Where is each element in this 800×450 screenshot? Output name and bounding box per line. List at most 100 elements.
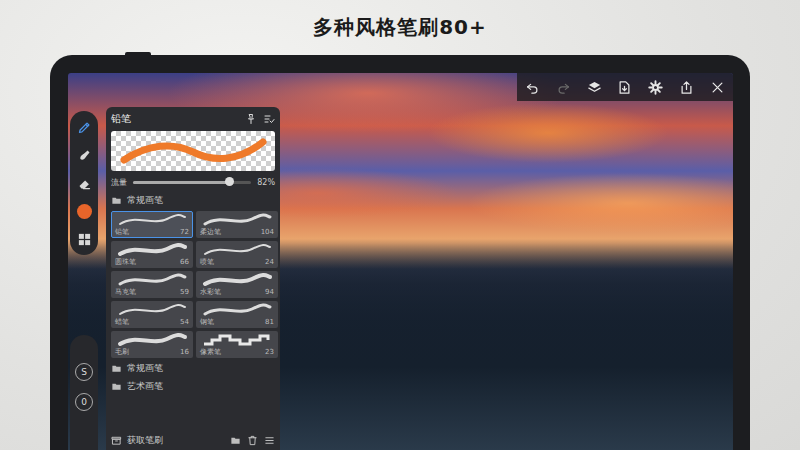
side-button-bar: S0 [70, 335, 98, 450]
brush-meta: 钢笔 81 [200, 318, 274, 327]
import-icon[interactable] [617, 80, 632, 95]
brush-meta: 圆珠笔 66 [115, 258, 189, 267]
brush-label: 柔边笔 [200, 228, 221, 237]
toolbar-button[interactable] [553, 77, 573, 97]
brush-label: 铅笔 [115, 228, 129, 237]
export-icon[interactable] [679, 80, 694, 95]
brush-meta: 铅笔72 [115, 228, 189, 237]
brush-meta: 像素笔23 [200, 348, 274, 357]
brush-cell[interactable]: 马克笔59 [111, 271, 193, 298]
color-swatch[interactable] [77, 204, 92, 219]
new-folder-icon[interactable] [230, 435, 241, 446]
brush-settings-icon[interactable] [263, 113, 275, 125]
flow-track[interactable] [133, 181, 251, 184]
brush-stroke [200, 302, 274, 318]
folder-icon [111, 195, 122, 206]
brush-count: 54 [180, 318, 189, 327]
brush-cell[interactable]: 像素笔23 [196, 331, 278, 358]
brush-cell[interactable]: 铅笔72 [111, 211, 193, 238]
panel-header: 铅笔 [111, 110, 275, 128]
tool-button[interactable] [74, 201, 94, 221]
brush-cell[interactable]: 毛刷 16 [111, 331, 193, 358]
pen-icon[interactable] [77, 120, 92, 135]
brush-label: 毛刷 [115, 348, 129, 357]
panel-title: 铅笔 [111, 112, 131, 126]
brush-cell[interactable]: 蜡笔 54 [111, 301, 193, 328]
brush-stroke [115, 212, 189, 228]
smudge-icon[interactable] [77, 148, 92, 163]
folder-label: 艺术画笔 [127, 380, 163, 393]
brush-stroke [200, 332, 274, 348]
menu-icon[interactable] [264, 435, 275, 446]
pin-icon[interactable] [245, 113, 257, 125]
side-button[interactable]: 0 [75, 393, 93, 411]
brush-meta: 柔边笔104 [200, 228, 274, 237]
tool-button[interactable] [74, 145, 94, 165]
page: 多种风格笔刷80+S0铅笔流量82%常规画笔铅笔72柔边笔104圆珠笔66喷笔2… [0, 0, 800, 450]
brush-stroke [115, 302, 189, 318]
toolbar-button[interactable] [646, 77, 666, 97]
brush-cell[interactable]: 柔边笔104 [196, 211, 278, 238]
layers-icon[interactable] [587, 80, 602, 95]
close-icon[interactable] [710, 80, 725, 95]
brush-label: 圆珠笔 [115, 258, 136, 267]
brush-cell[interactable]: 喷笔24 [196, 241, 278, 268]
brush-label: 钢笔 [200, 318, 214, 327]
toolbar-button[interactable] [707, 77, 727, 97]
brush-stroke [115, 272, 189, 288]
headline: 多种风格笔刷80+ [0, 0, 800, 55]
brush-cell[interactable]: 钢笔 81 [196, 301, 278, 328]
flow-thumb[interactable] [225, 177, 234, 186]
flow-label: 流量 [111, 177, 127, 188]
folder-label: 常规画笔 [127, 362, 163, 375]
toolbar-button[interactable] [584, 77, 604, 97]
panel-footer: 获取笔刷 [111, 432, 275, 450]
tablet-frame: S0铅笔流量82%常规画笔铅笔72柔边笔104圆珠笔66喷笔24马克笔59水彩笔… [50, 55, 750, 450]
brush-stroke [200, 242, 274, 258]
flow-slider: 流量 82% [111, 174, 275, 190]
folder-icon [111, 381, 122, 392]
brush-meta: 水彩笔94 [200, 288, 274, 297]
side-button[interactable]: S [75, 363, 93, 381]
brush-stroke [200, 272, 274, 288]
toolbar-button[interactable] [677, 77, 697, 97]
tool-button[interactable] [74, 173, 94, 193]
brush-count: 66 [180, 258, 189, 267]
brush-count: 94 [265, 288, 274, 297]
folder-row[interactable]: 艺术画笔 [111, 379, 275, 394]
tool-button[interactable] [74, 229, 94, 249]
folder-row[interactable]: 常规画笔 [111, 361, 275, 376]
folder-icon [111, 363, 122, 374]
store-icon[interactable] [111, 435, 122, 446]
undo-icon[interactable] [525, 80, 540, 95]
tool-button[interactable] [74, 117, 94, 137]
grid-icon[interactable] [77, 232, 92, 247]
side-button-label: S [81, 367, 87, 377]
flow-fill [133, 181, 230, 184]
brush-meta: 蜡笔 54 [115, 318, 189, 327]
brush-preview [111, 131, 275, 171]
toolbar-button[interactable] [522, 77, 542, 97]
top-toolbar [517, 73, 733, 101]
brush-count: 59 [180, 288, 189, 297]
brush-grid: 铅笔72 柔边笔104 圆珠笔 66 喷笔24 马克笔59 水彩笔94 蜡笔 54 钢笔 81 毛刷 1… [111, 211, 275, 358]
brush-panel: 铅笔流量82%常规画笔铅笔72柔边笔104圆珠笔66喷笔24马克笔59水彩笔94… [106, 107, 280, 450]
brush-meta: 毛刷 16 [115, 348, 189, 357]
gear-icon[interactable] [648, 80, 663, 95]
canvas-artwork[interactable]: S0铅笔流量82%常规画笔铅笔72柔边笔104圆珠笔66喷笔24马克笔59水彩笔… [68, 73, 733, 450]
flow-reading: 82% [257, 178, 275, 187]
toolbar-button[interactable] [615, 77, 635, 97]
brush-stroke [115, 332, 189, 348]
trash-icon[interactable] [247, 435, 258, 446]
brush-cell[interactable]: 水彩笔94 [196, 271, 278, 298]
folder-row[interactable]: 常规画笔 [111, 193, 275, 208]
eraser-icon[interactable] [77, 176, 92, 191]
get-brushes-button[interactable]: 获取笔刷 [111, 434, 163, 447]
brush-count: 16 [180, 348, 189, 357]
brush-meta: 马克笔59 [115, 288, 189, 297]
brush-cell[interactable]: 圆珠笔 66 [111, 241, 193, 268]
brush-label: 蜡笔 [115, 318, 129, 327]
brush-label: 像素笔 [200, 348, 221, 357]
brush-count: 24 [265, 258, 274, 267]
brush-count: 81 [265, 318, 274, 327]
